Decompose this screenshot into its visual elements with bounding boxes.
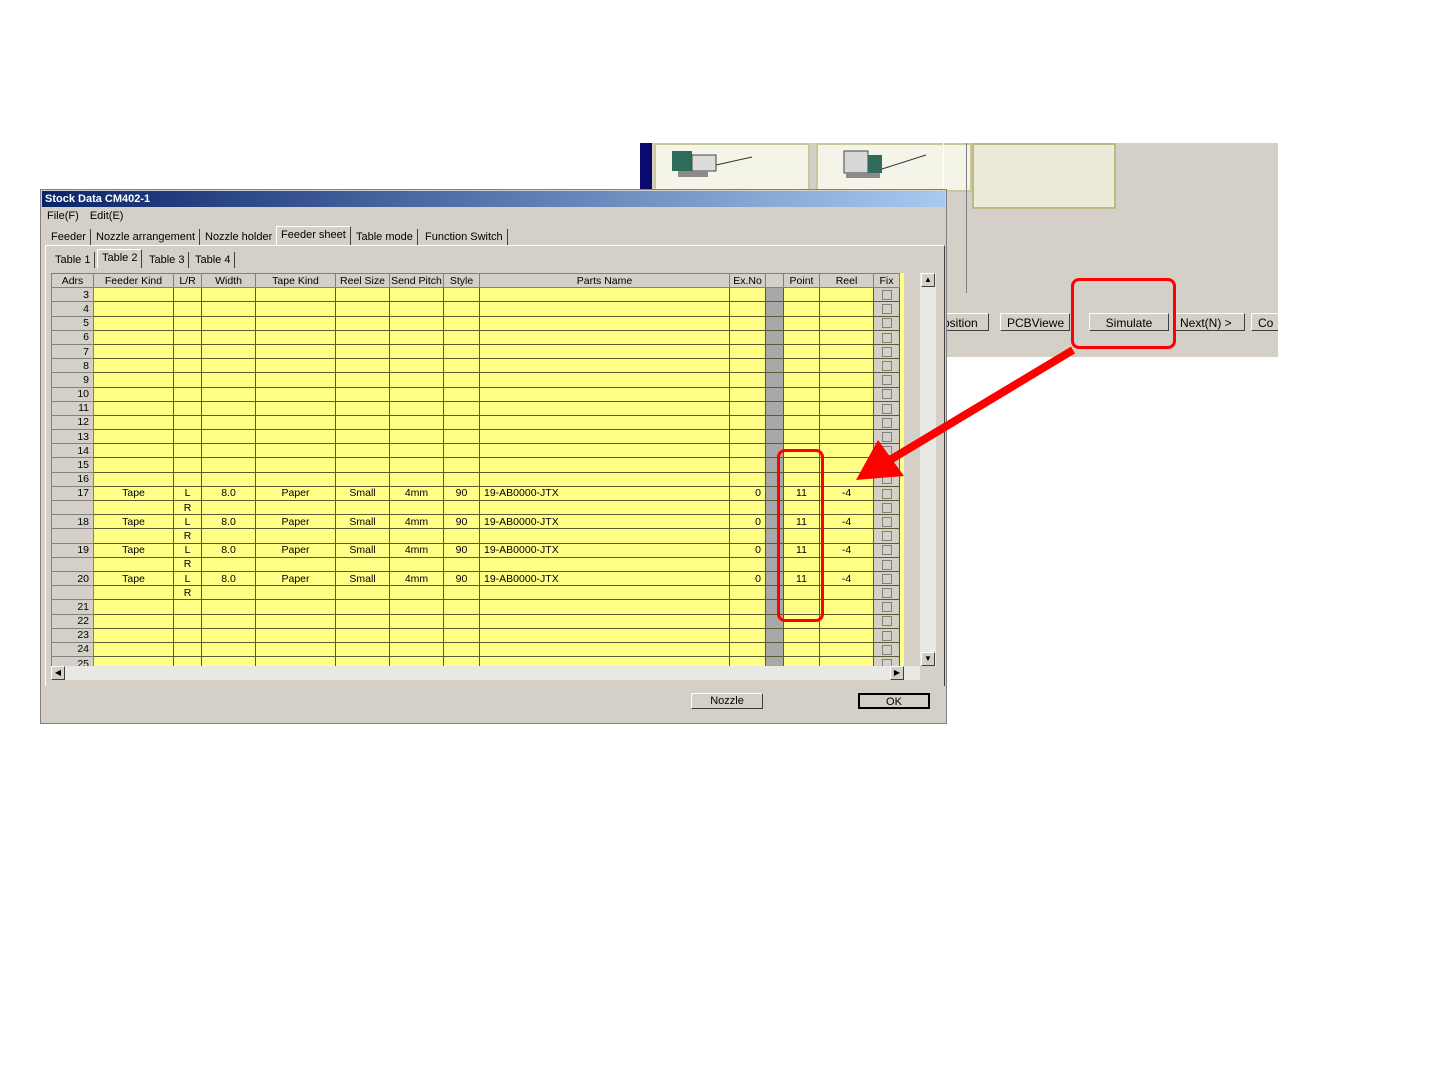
arrow-shaft [887, 346, 1076, 464]
annotation-arrow [856, 346, 1076, 480]
